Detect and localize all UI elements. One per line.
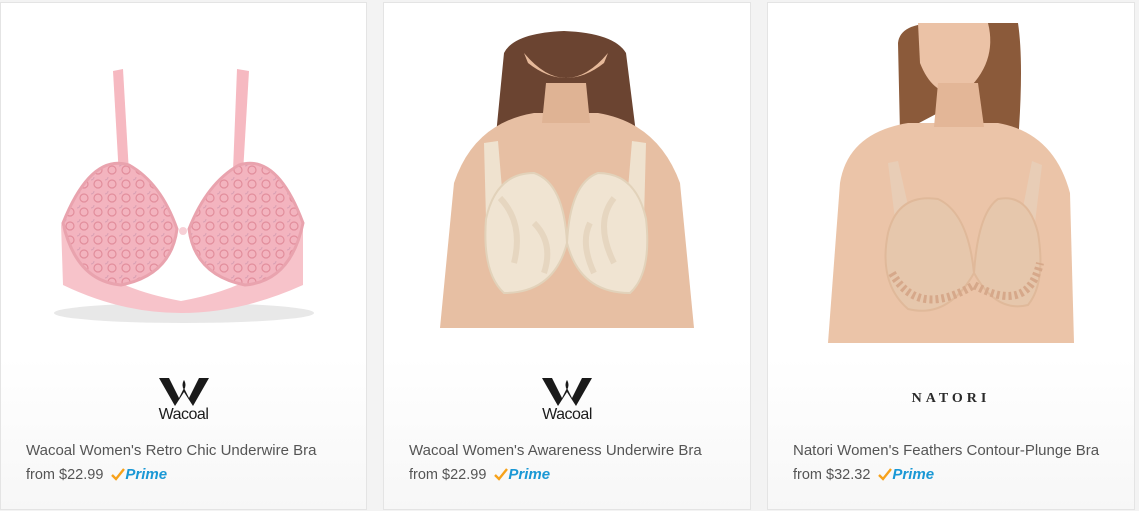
wacoal-logo-icon	[158, 377, 209, 406]
product-image[interactable]	[404, 23, 730, 353]
brand-logo-text: Wacoal	[158, 405, 209, 423]
price: $32.32	[826, 466, 871, 483]
model-beige-bra-image	[440, 31, 694, 328]
prime-badge: Prime	[111, 466, 167, 483]
brand-logo-wacoal[interactable]: Wacoal	[1, 373, 366, 425]
product-image[interactable]	[21, 23, 347, 353]
prime-check-icon	[494, 467, 509, 481]
prime-label: Prime	[508, 466, 551, 483]
brand-logo-natori[interactable]: NATORI	[768, 373, 1134, 425]
price: $22.99	[442, 466, 487, 483]
prime-label: Prime	[892, 466, 935, 483]
price: $22.99	[59, 466, 104, 483]
product-title[interactable]: Wacoal Women's Retro Chic Underwire Bra	[26, 442, 356, 459]
product-title[interactable]: Wacoal Women's Awareness Underwire Bra	[409, 442, 740, 459]
prime-badge: Prime	[878, 466, 934, 483]
prime-check-icon	[878, 467, 893, 481]
product-image[interactable]	[788, 23, 1114, 353]
price-prefix: from	[26, 466, 55, 483]
product-grid: Wacoal Wacoal Women's Retro Chic Underwi…	[0, 0, 1139, 511]
price-row: from $32.32 Prime	[793, 466, 934, 483]
price-row: from $22.99 Prime	[409, 466, 550, 483]
product-card-wacoal-retro-chic[interactable]: Wacoal Wacoal Women's Retro Chic Underwi…	[0, 2, 367, 510]
product-title[interactable]: Natori Women's Feathers Contour-Plunge B…	[793, 442, 1124, 459]
product-card-natori-feathers[interactable]: NATORI Natori Women's Feathers Contour-P…	[767, 2, 1135, 510]
model-nude-bra-image	[828, 23, 1074, 343]
prime-check-icon	[111, 467, 126, 481]
brand-logo-wacoal[interactable]: Wacoal	[384, 373, 750, 425]
brand-logo-text: NATORI	[911, 391, 991, 406]
prime-badge: Prime	[494, 466, 550, 483]
price-prefix: from	[793, 466, 822, 483]
product-card-wacoal-awareness[interactable]: Wacoal Wacoal Women's Awareness Underwir…	[383, 2, 751, 510]
prime-label: Prime	[125, 466, 168, 483]
pink-lace-bra-image	[54, 69, 314, 323]
price-prefix: from	[409, 466, 438, 483]
price-row: from $22.99 Prime	[26, 466, 167, 483]
brand-logo-text: Wacoal	[542, 405, 592, 423]
wacoal-logo-icon	[542, 377, 592, 406]
